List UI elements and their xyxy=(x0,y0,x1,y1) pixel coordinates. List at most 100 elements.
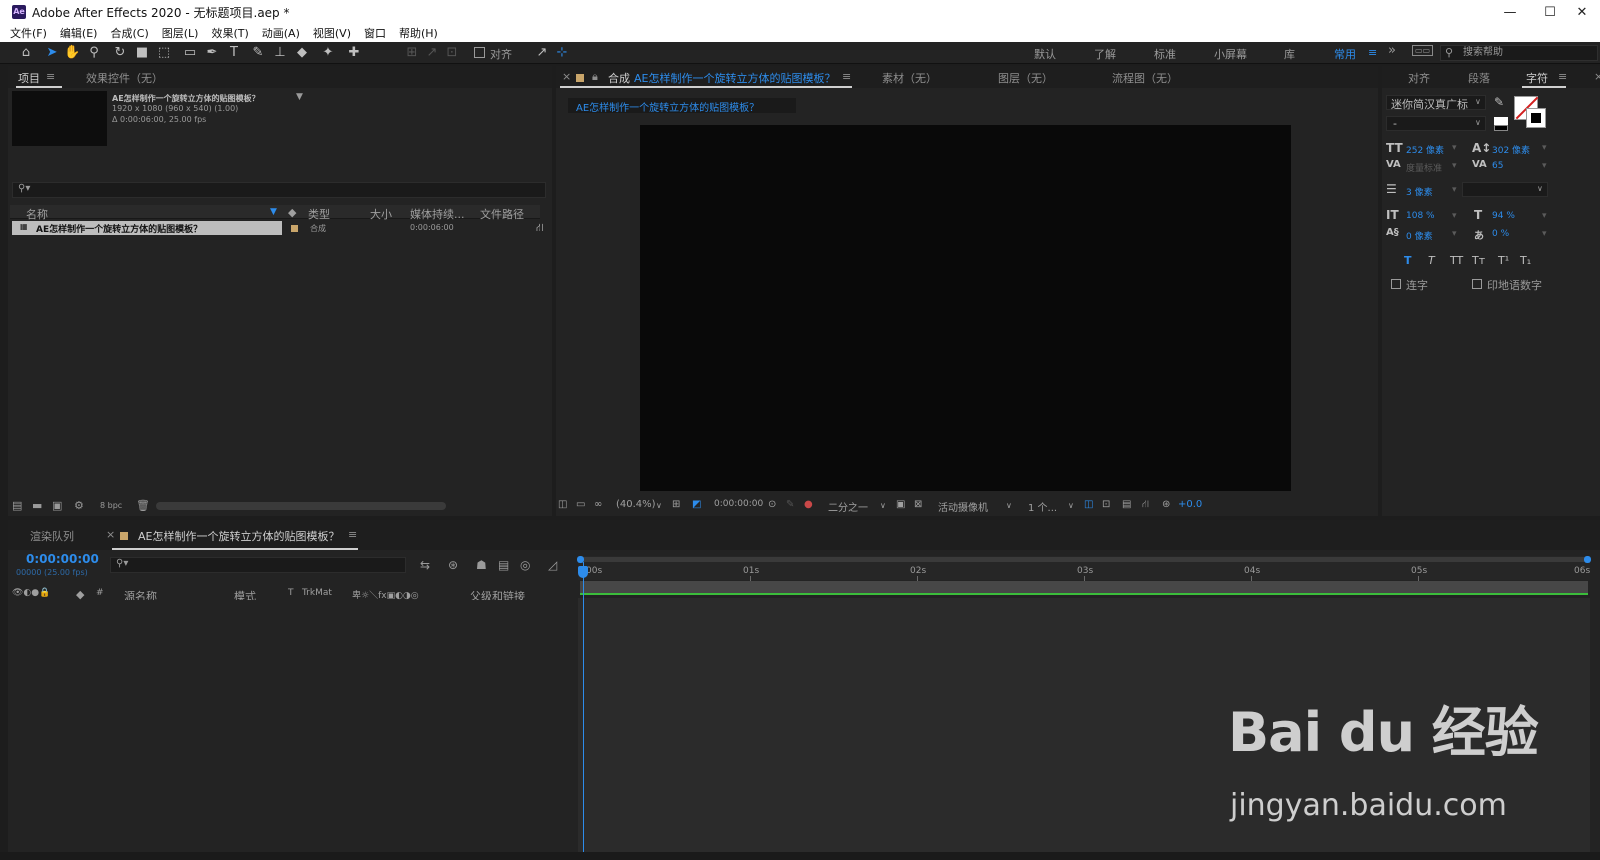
menu-window[interactable]: 窗口 xyxy=(364,25,386,41)
tab-comp-name[interactable]: AE怎样制作一个旋转立方体的贴图模板？ xyxy=(634,70,835,86)
camera-chevron-icon[interactable]: ∨ xyxy=(1006,501,1012,510)
baseline-chevron-icon[interactable]: ▾ xyxy=(1452,229,1457,239)
stroke-chevron-icon[interactable]: ▾ xyxy=(1452,185,1457,195)
menu-view[interactable]: 视图(V) xyxy=(313,25,351,41)
composition-viewer[interactable] xyxy=(640,125,1291,491)
font-family-dropdown[interactable]: 迷你简汉真广标 ∨ xyxy=(1386,95,1486,111)
motion-blur-icon[interactable]: ◎ xyxy=(520,558,530,572)
col-t[interactable]: T xyxy=(288,588,294,598)
safe-margins-icon[interactable]: ◩ xyxy=(692,499,701,510)
hand-tool-icon[interactable]: ✋ xyxy=(64,45,80,61)
stroke-color-swatch[interactable] xyxy=(1526,108,1546,128)
tab-effect-controls[interactable]: 效果控件（无） xyxy=(86,70,163,86)
panel-overflow-icon[interactable]: × xyxy=(1594,70,1600,83)
tab-project[interactable]: 项目 xyxy=(18,70,40,86)
all-caps-button[interactable]: TT xyxy=(1450,254,1463,267)
col-size[interactable]: 大小 xyxy=(370,206,392,222)
label-tag-icon[interactable]: ◆ xyxy=(288,206,296,219)
camera-dropdown[interactable]: 活动摄像机 xyxy=(938,499,988,514)
flowchart-icon[interactable]: ⛙ xyxy=(536,221,544,236)
snapshot-icon[interactable]: ⊙ xyxy=(768,499,776,510)
leading-chevron-icon[interactable]: ▾ xyxy=(1542,143,1547,153)
workspace-common[interactable]: 常用 xyxy=(1334,46,1356,62)
channels-icon[interactable]: ● xyxy=(804,499,813,510)
subscript-button[interactable]: T₁ xyxy=(1520,254,1531,267)
black-swatch[interactable] xyxy=(1494,125,1508,131)
comp-breadcrumb[interactable]: AE怎样制作一个旋转立方体的贴图模板？ xyxy=(568,98,796,114)
character-menu-icon[interactable]: ≡ xyxy=(1558,70,1567,83)
snap-options-icon[interactable]: ⊹ xyxy=(554,45,570,61)
menu-edit[interactable]: 编辑(E) xyxy=(60,25,98,41)
col-trkmat[interactable]: TrkMat xyxy=(302,588,332,598)
menu-file[interactable]: 文件(F) xyxy=(10,25,47,41)
kerning-value[interactable]: 度量标准 xyxy=(1406,161,1442,174)
menu-animation[interactable]: 动画(A) xyxy=(262,25,300,41)
project-settings-icon[interactable]: ⚙ xyxy=(74,499,84,512)
trash-icon[interactable]: 🗑 xyxy=(136,499,150,512)
workspace-default[interactable]: 默认 xyxy=(1034,46,1056,62)
menu-layer[interactable]: 图层(L) xyxy=(162,25,199,41)
menu-effect[interactable]: 效果(T) xyxy=(211,25,248,41)
tab-render-queue[interactable]: 渲染队列 xyxy=(30,528,74,544)
minimize-button[interactable]: — xyxy=(1490,0,1530,24)
faux-italic-button[interactable]: T xyxy=(1428,254,1435,267)
viewer-timecode[interactable]: 0:00:00:00 xyxy=(714,499,763,509)
layer-list-area[interactable] xyxy=(10,600,576,852)
close-button[interactable]: ✕ xyxy=(1562,0,1600,24)
playhead-handle[interactable] xyxy=(578,566,588,578)
transparency-grid-icon[interactable]: ⊠ xyxy=(914,499,922,510)
comp-mini-flowchart-icon[interactable]: ⇆ xyxy=(420,558,430,572)
resolution-dropdown[interactable]: 二分之一 xyxy=(828,499,868,514)
roto-brush-tool-icon[interactable]: ✦ xyxy=(320,45,336,61)
font-style-dropdown[interactable]: - ∨ xyxy=(1386,116,1486,131)
tab-footage[interactable]: 素材（无） xyxy=(882,70,937,86)
navigator-end-handle[interactable] xyxy=(1584,556,1591,563)
rectangle-tool-icon[interactable]: ▭ xyxy=(182,45,198,61)
zoom-dropdown[interactable]: (40.4%) xyxy=(616,499,656,510)
menu-composition[interactable]: 合成(C) xyxy=(110,25,148,41)
tab-comp-prefix[interactable]: 合成 xyxy=(608,70,630,86)
kerning-chevron-icon[interactable]: ▾ xyxy=(1452,161,1457,171)
resolution-chevron-icon[interactable]: ∨ xyxy=(880,501,886,510)
reset-exposure-icon[interactable]: ⊛ xyxy=(1162,499,1170,510)
workspace-menu-icon[interactable]: ≡ xyxy=(1368,46,1377,59)
project-item-row[interactable]: ▦ AE怎样制作一个旋转立方体的贴图模板？ xyxy=(12,221,282,235)
camera-tool-icon[interactable]: ■ xyxy=(134,45,150,61)
sort-arrow-icon[interactable]: ▼ xyxy=(270,207,277,217)
comp-info-dropdown-icon[interactable]: ▼ xyxy=(296,92,303,102)
label-color-swatch[interactable] xyxy=(291,225,298,232)
tracking-chevron-icon[interactable]: ▾ xyxy=(1542,161,1547,171)
region-of-interest-icon[interactable]: ▣ xyxy=(896,499,905,510)
views-chevron-icon[interactable]: ∨ xyxy=(1068,501,1074,510)
interpret-footage-icon[interactable]: ▤ xyxy=(12,499,22,512)
pen-tool-icon[interactable]: ✒ xyxy=(204,45,220,61)
workspace-small-screen[interactable]: 小屏幕 xyxy=(1214,46,1247,62)
clone-stamp-tool-icon[interactable]: ⊥ xyxy=(272,45,288,61)
tab-layer[interactable]: 图层（无） xyxy=(998,70,1053,86)
close-timeline-tab-icon[interactable]: × xyxy=(106,528,115,541)
rotation-tool-icon[interactable]: ↻ xyxy=(112,45,128,61)
zoom-chevron-icon[interactable]: ∨ xyxy=(656,501,662,510)
selection-tool-icon[interactable]: ➤ xyxy=(44,45,60,61)
size-chevron-icon[interactable]: ▾ xyxy=(1452,143,1457,153)
ligature-checkbox[interactable] xyxy=(1391,279,1401,289)
snap-icon[interactable]: ↗ xyxy=(534,45,550,61)
col-type[interactable]: 类型 xyxy=(308,206,330,222)
lock-icon[interactable]: 🔒︎ xyxy=(592,70,598,84)
small-caps-button[interactable]: Tт xyxy=(1472,254,1485,267)
vscale-chevron-icon[interactable]: ▾ xyxy=(1452,211,1457,221)
monitor-icon[interactable]: ▭ xyxy=(576,499,585,510)
menu-help[interactable]: 帮助(H) xyxy=(399,25,438,41)
work-area-bar[interactable] xyxy=(580,581,1588,595)
new-folder-icon[interactable]: ▬ xyxy=(32,499,42,512)
search-help-toggle-icon[interactable]: ▭▭ xyxy=(1412,45,1434,56)
col-file-path[interactable]: 文件路径 xyxy=(480,206,524,222)
fit-icon[interactable]: ⊞ xyxy=(672,499,680,510)
tab-flowchart[interactable]: 流程图（无） xyxy=(1112,70,1178,86)
comp-panel-menu-icon[interactable]: ≡ xyxy=(842,70,851,83)
fast-preview-icon[interactable]: ⊡ xyxy=(1102,499,1110,510)
text-tool-icon[interactable]: T xyxy=(226,45,242,61)
white-swatch[interactable] xyxy=(1494,117,1508,125)
current-time-display[interactable]: 0:00:00:00 xyxy=(26,552,99,566)
stroke-type-dropdown[interactable]: ∨ xyxy=(1462,182,1548,197)
